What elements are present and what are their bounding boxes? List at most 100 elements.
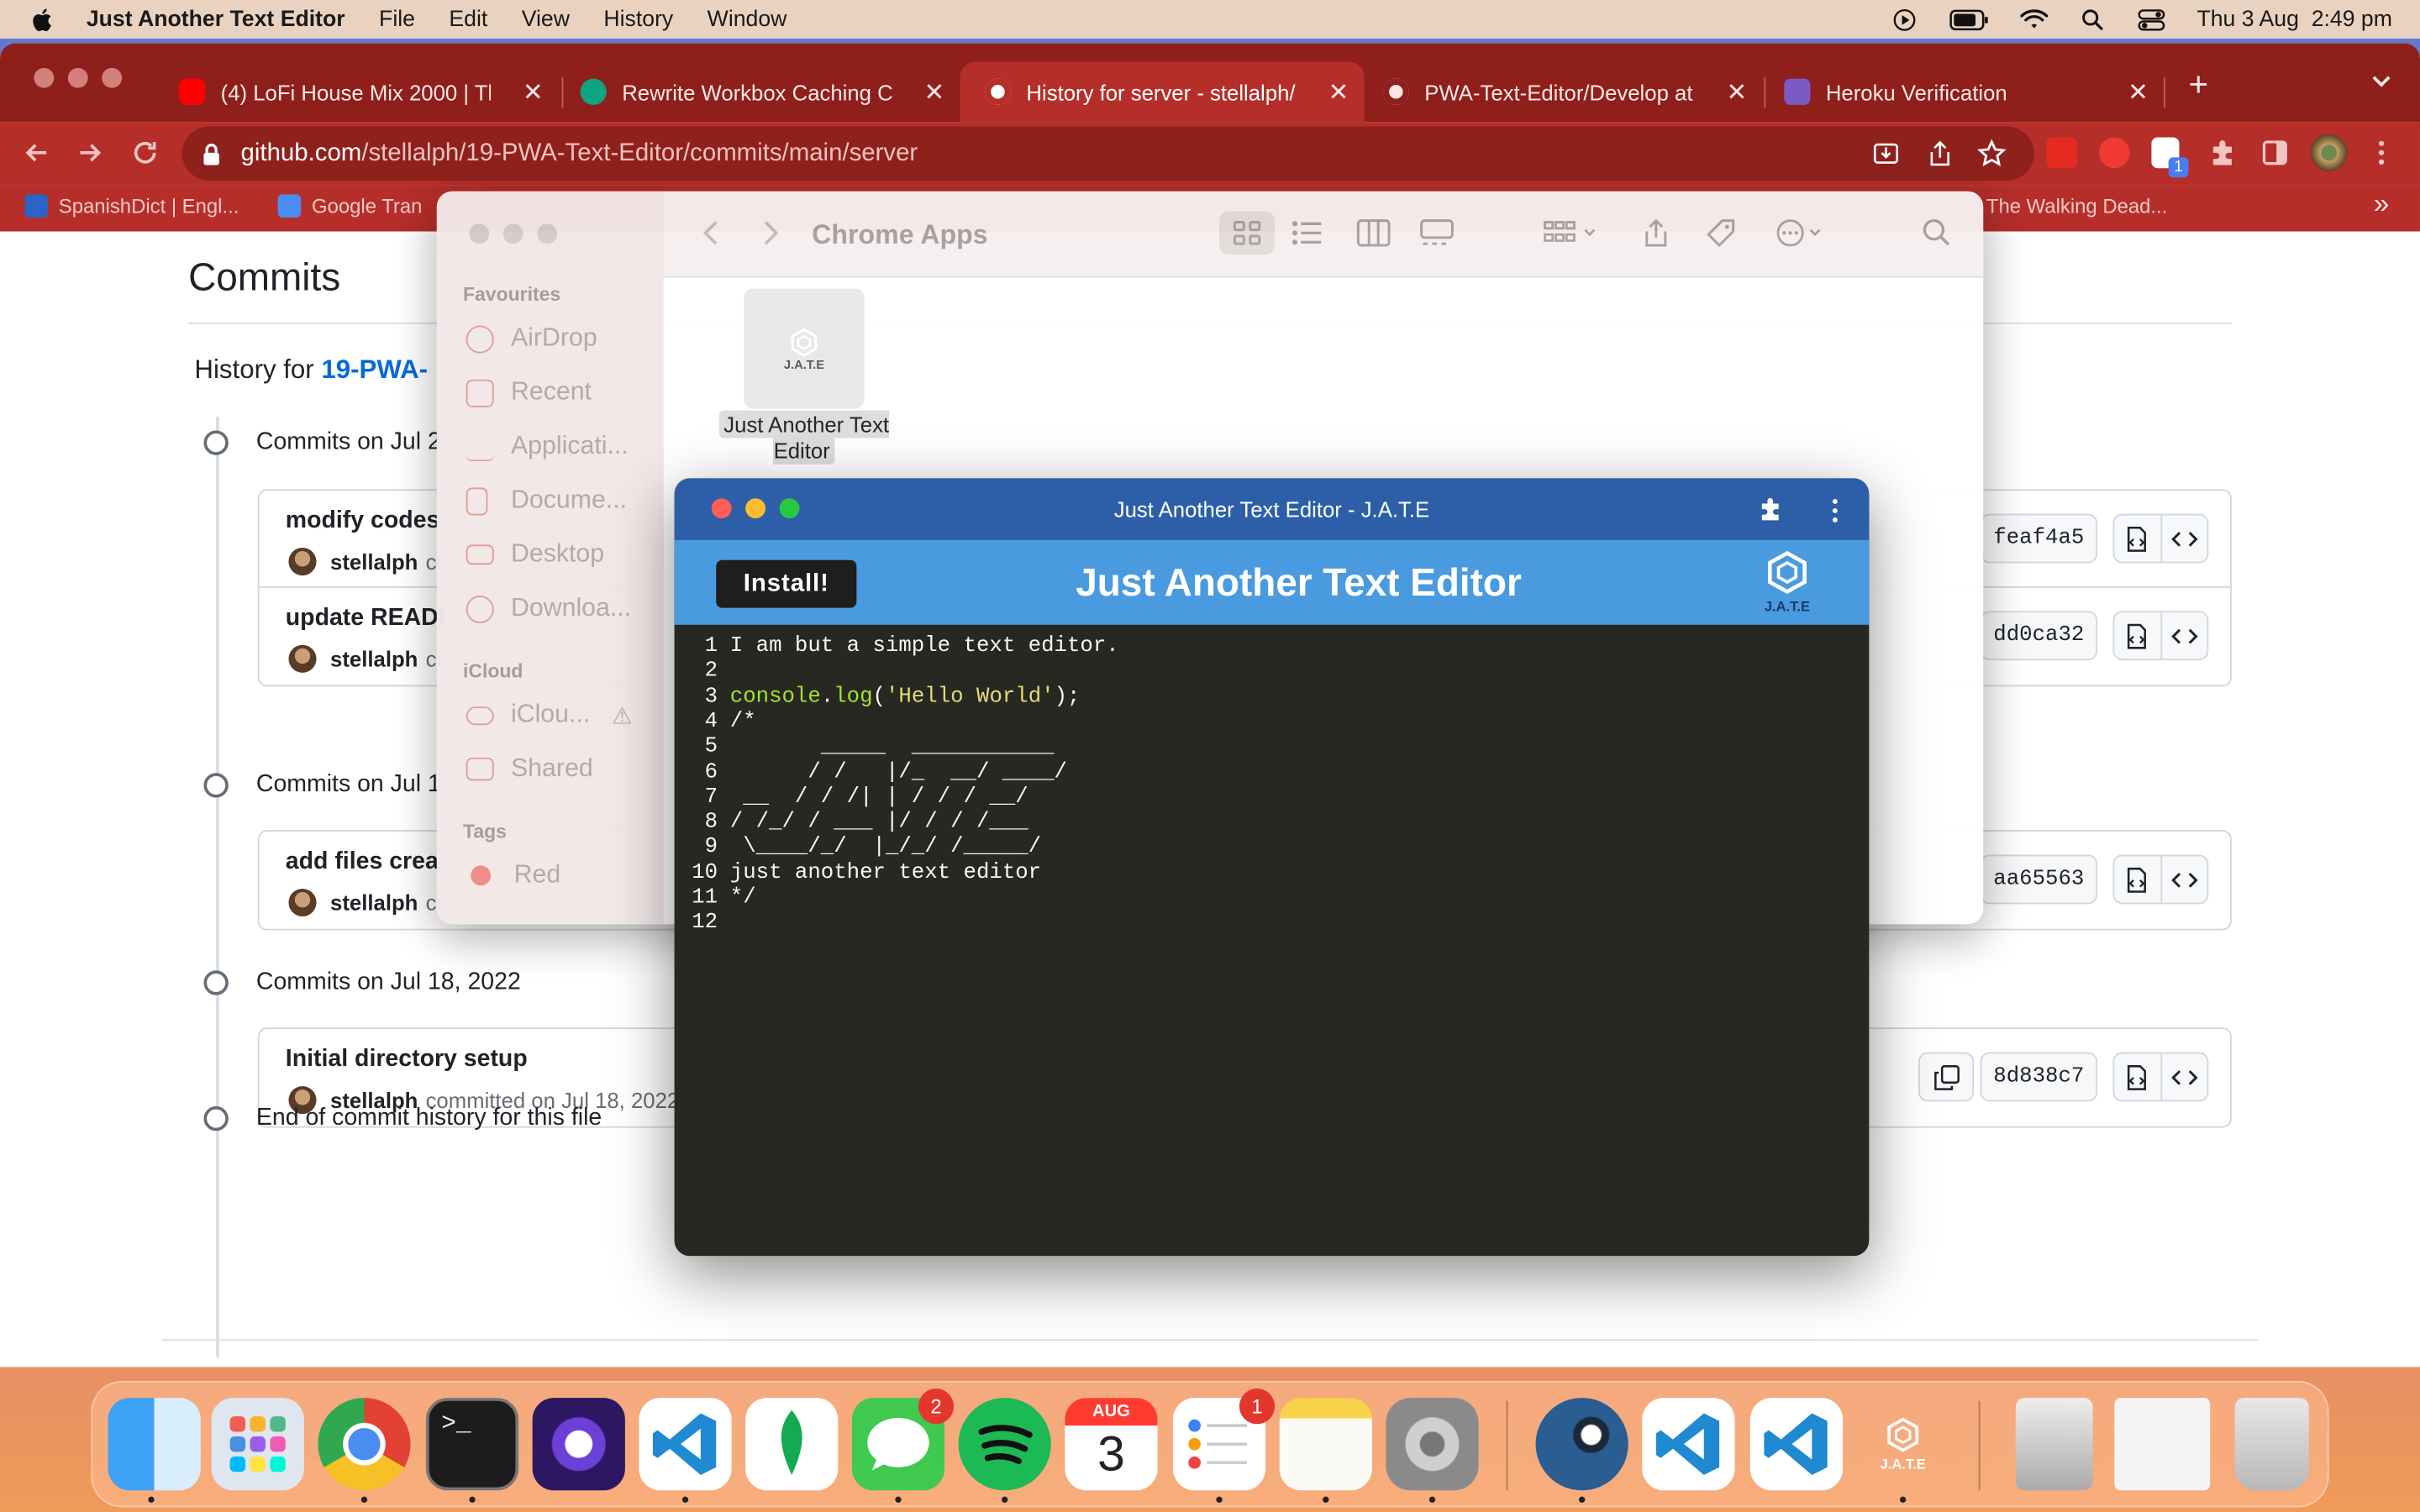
menu-edit[interactable]: Edit bbox=[449, 7, 487, 31]
view-code-icon[interactable] bbox=[2160, 1053, 2207, 1100]
list-view-icon[interactable] bbox=[1291, 218, 1324, 249]
icon-view-button[interactable] bbox=[1219, 211, 1276, 255]
dock-notes-icon[interactable] bbox=[1279, 1398, 1372, 1491]
extensions-puzzle-icon[interactable] bbox=[2207, 137, 2238, 168]
more-bookmarks-chevron[interactable]: » bbox=[2374, 188, 2389, 221]
dock-mongodb-compass-icon[interactable] bbox=[745, 1398, 839, 1491]
sidebar-item-tag-red[interactable]: Red bbox=[466, 861, 560, 890]
extension-shield-icon[interactable] bbox=[2098, 137, 2130, 169]
dock-chrome-icon[interactable] bbox=[318, 1398, 411, 1491]
tab-youtube[interactable]: (4) LoFi House Mix 2000 | The ✕ bbox=[155, 61, 559, 122]
zoom-window-button[interactable] bbox=[537, 223, 558, 244]
dock-documents-stack-icon[interactable] bbox=[2114, 1398, 2211, 1491]
minimize-window-button[interactable] bbox=[67, 67, 88, 88]
dock-spotify-icon[interactable] bbox=[958, 1398, 1051, 1491]
jate-app-icon[interactable]: J.A.T.E bbox=[744, 288, 865, 409]
close-window-button[interactable] bbox=[469, 223, 490, 244]
dock-calendar-icon[interactable]: AUG 3 bbox=[1065, 1398, 1158, 1491]
dock-reminders-icon[interactable]: 1 bbox=[1172, 1389, 1276, 1491]
forward-arrow-icon[interactable] bbox=[74, 137, 105, 168]
chrome-menu-icon[interactable] bbox=[2370, 137, 2392, 168]
menu-history[interactable]: History bbox=[603, 7, 673, 31]
back-chevron-icon[interactable] bbox=[695, 218, 729, 249]
code-line[interactable]: just another text editor bbox=[730, 860, 1041, 885]
dock-steam-icon[interactable] bbox=[1535, 1398, 1628, 1491]
spotlight-search-icon[interactable] bbox=[2080, 7, 2107, 31]
tab-search-chevron-icon[interactable] bbox=[2370, 71, 2392, 92]
dock-vscode-icon[interactable] bbox=[639, 1398, 732, 1491]
forward-chevron-icon[interactable] bbox=[753, 218, 786, 249]
lock-icon[interactable] bbox=[201, 141, 223, 165]
commit-message[interactable]: Initial directory setup bbox=[286, 1046, 528, 1074]
sidebar-item-icloud-drive[interactable]: iClou... ⚠ bbox=[466, 701, 633, 730]
close-window-button[interactable] bbox=[34, 67, 55, 88]
apple-menu-icon[interactable] bbox=[29, 5, 57, 33]
commit-message[interactable]: add files crea bbox=[286, 848, 439, 876]
code-line[interactable]: /* bbox=[730, 710, 756, 735]
browse-files-icon[interactable] bbox=[2114, 856, 2160, 902]
menu-window[interactable]: Window bbox=[708, 7, 787, 31]
code-editor[interactable]: 1 I am but a simple text editor. 2 3 console… bbox=[674, 624, 1870, 1257]
commit-sha-button[interactable]: 8d838c7 bbox=[1980, 1052, 2098, 1102]
wifi-icon[interactable] bbox=[2021, 7, 2049, 31]
menu-file[interactable]: File bbox=[379, 7, 415, 31]
browse-files-icon[interactable] bbox=[2114, 1053, 2160, 1100]
side-panel-icon[interactable] bbox=[2260, 137, 2291, 168]
more-actions-icon[interactable] bbox=[1775, 218, 1830, 249]
copy-sha-icon[interactable] bbox=[1918, 1052, 1975, 1102]
code-line[interactable]: _____ ___________ bbox=[730, 735, 1055, 760]
close-tab-icon[interactable]: ✕ bbox=[2128, 77, 2149, 108]
commit-message[interactable]: modify codes bbox=[286, 507, 440, 535]
battery-icon[interactable] bbox=[1950, 7, 1991, 31]
sidebar-item-applications[interactable]: Applicati... bbox=[466, 432, 629, 461]
commit-author[interactable]: stellalph bbox=[330, 549, 418, 574]
commit-author[interactable]: stellalph bbox=[330, 647, 418, 671]
tab-heroku[interactable]: Heroku Verification ✕ bbox=[1760, 61, 2164, 122]
avatar[interactable] bbox=[288, 548, 317, 576]
close-tab-icon[interactable]: ✕ bbox=[923, 77, 944, 108]
tab-github-develop[interactable]: PWA-Text-Editor/Develop at m ✕ bbox=[1358, 61, 1762, 122]
sidebar-item-recent[interactable]: Recent bbox=[466, 378, 592, 407]
extension-red-icon[interactable] bbox=[2046, 137, 2078, 169]
tab-github-history[interactable]: History for server - stellalph/19 ✕ bbox=[960, 61, 1365, 123]
zoom-window-button[interactable] bbox=[102, 67, 123, 88]
jate-app-label[interactable]: Just Another Text Editor bbox=[710, 410, 898, 465]
bookmark-spanishdict[interactable]: SpanishDict | Engl... bbox=[24, 194, 239, 218]
dock-launchpad-icon[interactable] bbox=[211, 1398, 304, 1491]
sidebar-item-shared[interactable]: Shared bbox=[466, 754, 593, 784]
menu-app-name[interactable]: Just Another Text Editor bbox=[87, 7, 345, 31]
reload-icon[interactable] bbox=[129, 137, 160, 168]
column-view-icon[interactable] bbox=[1356, 218, 1391, 249]
dock-messages-icon[interactable]: 2 bbox=[851, 1389, 955, 1491]
dock-system-settings-icon[interactable] bbox=[1386, 1398, 1479, 1491]
repo-link[interactable]: 19-PWA- bbox=[321, 354, 428, 384]
dock-jate-icon[interactable]: J.A.T.E bbox=[1857, 1398, 1949, 1490]
tag-icon[interactable] bbox=[1704, 218, 1738, 249]
menu-view[interactable]: View bbox=[522, 7, 570, 31]
commit-author[interactable]: stellalph bbox=[330, 890, 418, 915]
code-line[interactable]: console.log('Hello World'); bbox=[730, 685, 1081, 710]
close-tab-icon[interactable]: ✕ bbox=[523, 77, 544, 108]
view-code-icon[interactable] bbox=[2160, 515, 2207, 562]
avatar[interactable] bbox=[288, 888, 317, 917]
code-line[interactable]: I am but a simple text editor. bbox=[730, 634, 1119, 659]
media-play-icon[interactable] bbox=[1891, 7, 1919, 31]
browse-files-icon[interactable] bbox=[2114, 515, 2160, 561]
sidebar-item-downloads[interactable]: Downloa... bbox=[466, 594, 631, 623]
view-code-icon[interactable] bbox=[2160, 612, 2207, 659]
close-tab-icon[interactable]: ✕ bbox=[1727, 77, 1748, 108]
sidebar-item-desktop[interactable]: Desktop bbox=[466, 540, 604, 570]
dock-downloads-stack-icon[interactable] bbox=[2015, 1398, 2093, 1491]
commit-sha-button[interactable]: aa65563 bbox=[1980, 854, 2098, 905]
commit-sha-button[interactable]: feaf4a5 bbox=[1980, 513, 2098, 564]
new-tab-button[interactable]: + bbox=[2188, 65, 2208, 105]
commit-sha-button[interactable]: dd0ca32 bbox=[1980, 611, 2098, 661]
extensions-puzzle-icon[interactable] bbox=[1756, 496, 1784, 523]
code-line[interactable]: / /_/ / ___ |/ / / /___ bbox=[730, 810, 1028, 835]
share-icon[interactable] bbox=[1639, 218, 1673, 249]
app-menu-icon[interactable] bbox=[1826, 496, 1844, 524]
bookmark-star-icon[interactable] bbox=[1977, 139, 2007, 168]
dock-terminal-icon[interactable]: >_ bbox=[425, 1398, 519, 1491]
dock-vscode-icon[interactable] bbox=[1642, 1398, 1735, 1491]
address-bar[interactable]: github.com/stellalph/19-PWA-Text-Editor/… bbox=[182, 126, 2034, 181]
